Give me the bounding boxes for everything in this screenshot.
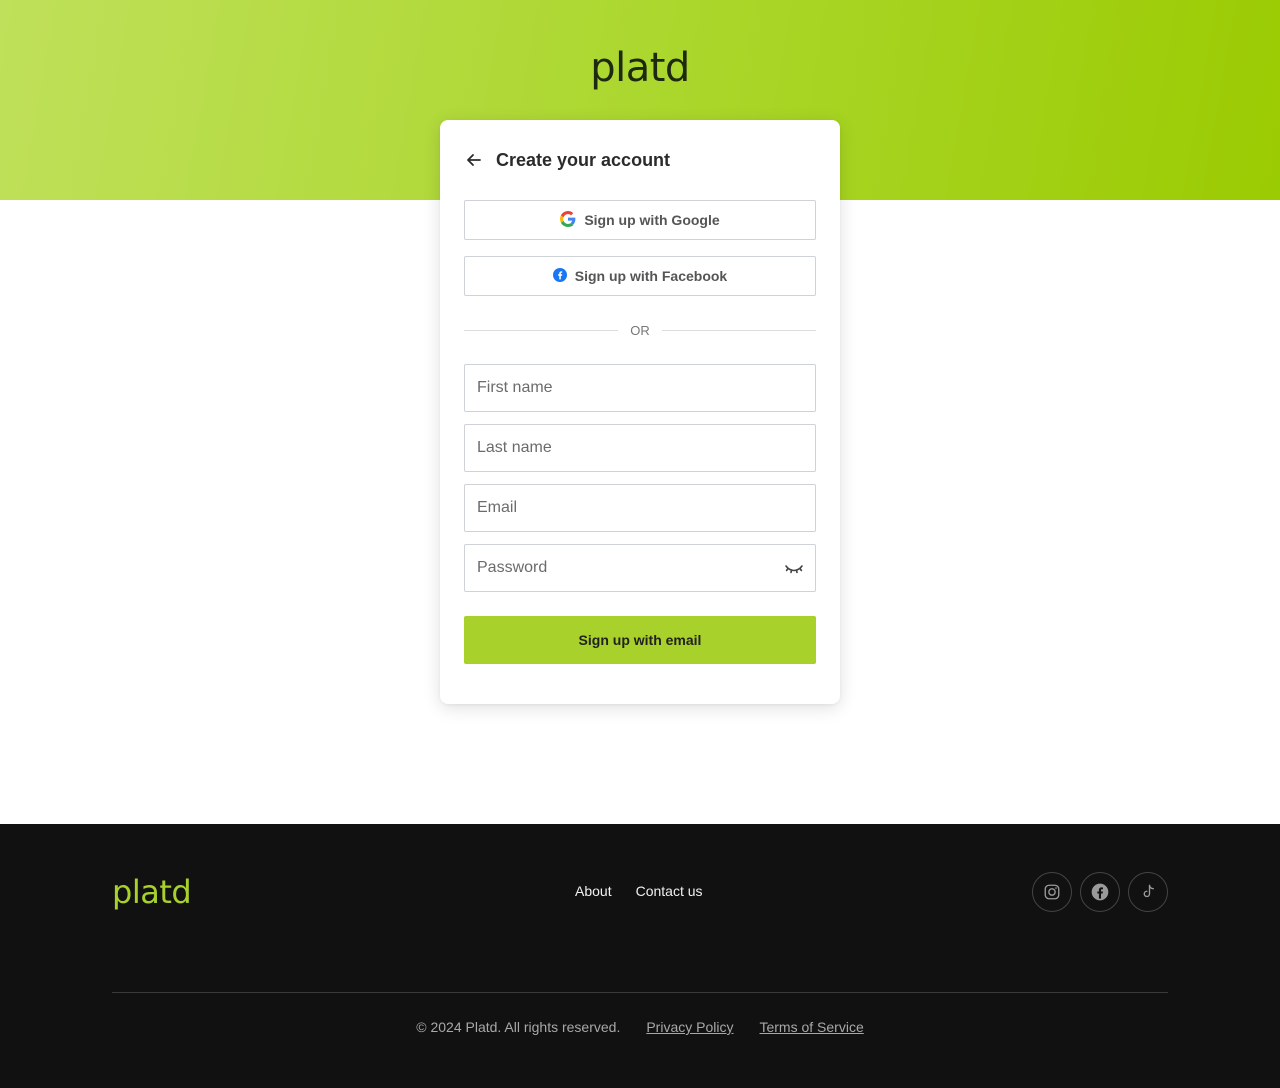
divider-line-left: [464, 329, 619, 331]
signup-card: Create your account Sign up with Google …: [440, 120, 840, 704]
footer-divider: [112, 992, 1168, 993]
first-name-field: [464, 364, 816, 412]
privacy-policy-link[interactable]: Privacy Policy: [646, 1019, 733, 1035]
or-text: OR: [630, 322, 650, 338]
header-logo[interactable]: platd: [0, 44, 1280, 92]
tiktok-icon[interactable]: [1128, 872, 1168, 912]
page-title: Create your account: [496, 149, 671, 170]
footer-link-contact[interactable]: Contact us: [636, 883, 703, 899]
site-footer: platd About Contact us © 2024 Platd. All…: [0, 824, 1280, 1088]
footer-link-about[interactable]: About: [575, 883, 612, 899]
social-links: [1032, 872, 1168, 912]
terms-of-service-link[interactable]: Terms of Service: [759, 1019, 863, 1035]
email-field: [464, 484, 816, 532]
arrow-left-icon[interactable]: [464, 150, 484, 170]
facebook-icon: [552, 267, 567, 285]
google-signup-label: Sign up with Google: [584, 212, 720, 228]
copyright-text: © 2024 Platd. All rights reserved.: [416, 1019, 621, 1035]
password-field: [464, 544, 816, 592]
facebook-signup-label: Sign up with Facebook: [574, 268, 728, 284]
first-name-input[interactable]: [465, 365, 815, 411]
footer-bottom: © 2024 Platd. All rights reserved. Priva…: [0, 1019, 1280, 1035]
header-logo-text: platd: [590, 45, 690, 91]
instagram-icon[interactable]: [1032, 872, 1072, 912]
last-name-field: [464, 424, 816, 472]
footer-logo[interactable]: platd: [112, 872, 192, 912]
google-icon: [560, 210, 576, 230]
or-divider: OR: [464, 320, 816, 340]
facebook-icon[interactable]: [1080, 872, 1120, 912]
facebook-signup-button[interactable]: Sign up with Facebook: [464, 256, 816, 296]
password-input[interactable]: [465, 545, 815, 591]
email-signup-button[interactable]: Sign up with email: [464, 616, 816, 664]
footer-nav: About Contact us: [575, 883, 703, 899]
card-header: Create your account: [464, 148, 670, 172]
last-name-input[interactable]: [465, 425, 815, 471]
email-input[interactable]: [465, 485, 815, 531]
divider-line-right: [661, 329, 816, 331]
google-signup-button[interactable]: Sign up with Google: [464, 200, 816, 240]
eye-closed-icon[interactable]: [783, 559, 805, 579]
